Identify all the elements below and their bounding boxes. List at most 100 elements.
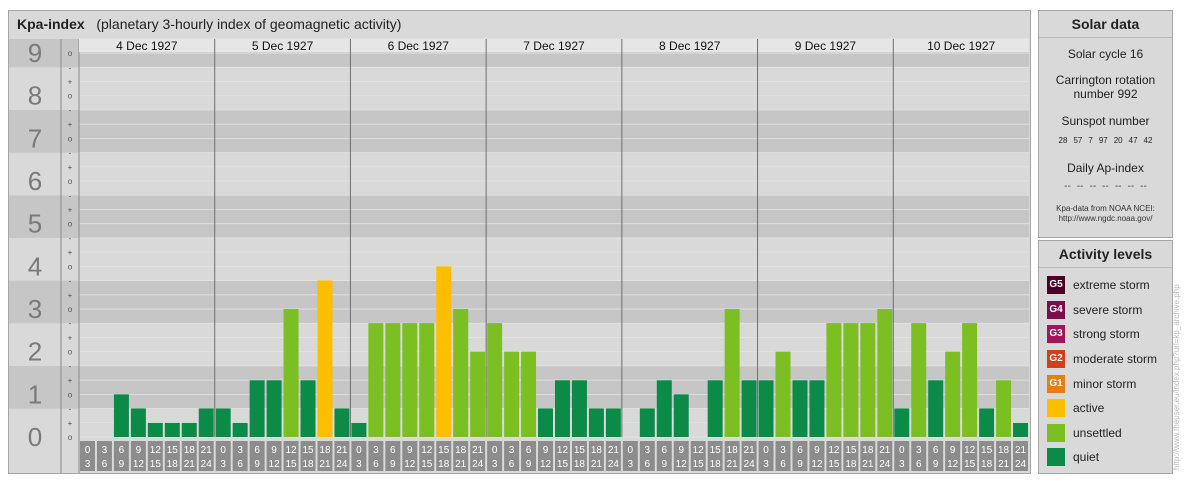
y-minor-label: + [68, 333, 73, 342]
interval-start-label: 21 [336, 445, 348, 456]
kp-bar [724, 309, 740, 437]
kp-bar [538, 408, 553, 437]
interval-end-label: 18 [710, 459, 722, 470]
kp-band [9, 195, 1029, 238]
interval-start-label: 0 [356, 445, 362, 456]
interval-start-label: 12 [557, 445, 569, 456]
interval-end-label: 15 [421, 459, 433, 470]
interval-start-label: 18 [862, 445, 874, 456]
carrington-label: Carrington rotation [1055, 73, 1156, 87]
interval-start-label: 21 [472, 445, 484, 456]
y-minor-label: o [68, 433, 73, 442]
interval-end-label: 9 [119, 459, 125, 470]
interval-start-label: 3 [780, 445, 786, 456]
day-label: 10 Dec 1927 [927, 39, 995, 53]
ap-values: -- -- -- -- -- -- -- [1039, 181, 1172, 192]
interval-end-label: 3 [899, 459, 905, 470]
interval-end-label: 9 [254, 459, 260, 470]
y-minor-label: o [68, 49, 73, 58]
sunspot-value: 28 [1058, 136, 1068, 145]
y-tick-label: 8 [28, 81, 42, 111]
interval-end-label: 9 [526, 459, 532, 470]
kp-bar [130, 408, 146, 437]
kp-bar [962, 323, 978, 437]
kp-band [9, 280, 1029, 324]
interval-start-label: 12 [828, 445, 840, 456]
sunspot-value: 47 [1128, 136, 1138, 145]
interval-start-label: 6 [119, 445, 125, 456]
ap-value: -- [1140, 181, 1147, 192]
interval-end-label: 15 [964, 459, 976, 470]
kp-bar [911, 323, 927, 437]
level-quiet: quiet [1039, 445, 1172, 470]
interval-start-label: 9 [814, 445, 820, 456]
level-swatch: G3 [1047, 325, 1065, 344]
level-label: minor storm [1073, 376, 1137, 391]
interval-end-label: 9 [797, 459, 803, 470]
interval-end-label: 12 [269, 459, 281, 470]
interval-end-label: 12 [404, 459, 416, 470]
y-minor-label: + [68, 78, 73, 87]
interval-end-label: 21 [862, 459, 874, 470]
interval-end-label: 9 [390, 459, 396, 470]
interval-end-label: 24 [879, 459, 891, 470]
interval-start-label: 9 [543, 445, 549, 456]
y-tick-label: 6 [28, 166, 42, 196]
interval-start-label: 18 [727, 445, 739, 456]
kp-band [9, 152, 1029, 196]
level-g2: G2 moderate storm [1039, 347, 1172, 372]
interval-start-label: 12 [150, 445, 162, 456]
kp-bar [351, 422, 367, 437]
interval-end-label: 21 [319, 459, 331, 470]
interval-end-label: 9 [661, 459, 667, 470]
interval-end-label: 3 [356, 459, 362, 470]
interval-start-label: 15 [981, 445, 993, 456]
kp-bar [453, 309, 469, 437]
interval-start-label: 21 [201, 445, 213, 456]
interval-end-label: 15 [285, 459, 297, 470]
interval-end-label: 6 [237, 459, 243, 470]
level-swatch: G1 [1047, 374, 1065, 393]
y-minor-label: + [68, 120, 73, 129]
interval-end-label: 6 [509, 459, 515, 470]
level-unsettled: unsettled [1039, 421, 1172, 446]
y-minor-label: - [69, 191, 72, 200]
interval-end-label: 24 [336, 459, 348, 470]
level-label: severe storm [1073, 302, 1143, 317]
kp-band [9, 109, 1029, 153]
interval-end-label: 21 [455, 459, 467, 470]
interval-start-label: 21 [879, 445, 891, 456]
y-minor-label: o [68, 134, 73, 143]
carrington-number: number 992 [1073, 87, 1138, 101]
interval-end-label: 6 [645, 459, 651, 470]
interval-start-label: 3 [102, 445, 108, 456]
level-swatch [1047, 448, 1065, 467]
interval-start-label: 0 [763, 445, 769, 456]
interval-end-label: 3 [628, 459, 634, 470]
y-minor-label: + [68, 419, 73, 428]
sunspot-heading: Sunspot number [1061, 114, 1150, 128]
interval-end-label: 15 [557, 459, 569, 470]
y-tick-label: 1 [28, 379, 42, 409]
interval-end-label: 18 [845, 459, 857, 470]
kp-bar [283, 309, 299, 437]
y-minor-label: - [69, 362, 72, 371]
y-minor-label: - [69, 234, 72, 243]
level-swatch [1047, 399, 1065, 418]
interval-end-label: 3 [492, 459, 498, 470]
ap-value: -- [1127, 181, 1135, 192]
kp-bar [147, 422, 163, 437]
kp-bar [826, 323, 842, 437]
sunspot-value: 57 [1073, 136, 1083, 145]
level-g4: G4 severe storm [1039, 298, 1172, 323]
activity-levels-heading: Activity levels [1039, 241, 1172, 268]
interval-start-label: 15 [845, 445, 857, 456]
interval-start-label: 6 [390, 445, 396, 456]
interval-start-label: 9 [678, 445, 684, 456]
interval-start-label: 21 [744, 445, 756, 456]
interval-end-label: 21 [184, 459, 196, 470]
interval-start-label: 18 [455, 445, 467, 456]
interval-start-label: 21 [608, 445, 620, 456]
interval-end-label: 18 [167, 459, 179, 470]
interval-start-label: 3 [916, 445, 922, 456]
